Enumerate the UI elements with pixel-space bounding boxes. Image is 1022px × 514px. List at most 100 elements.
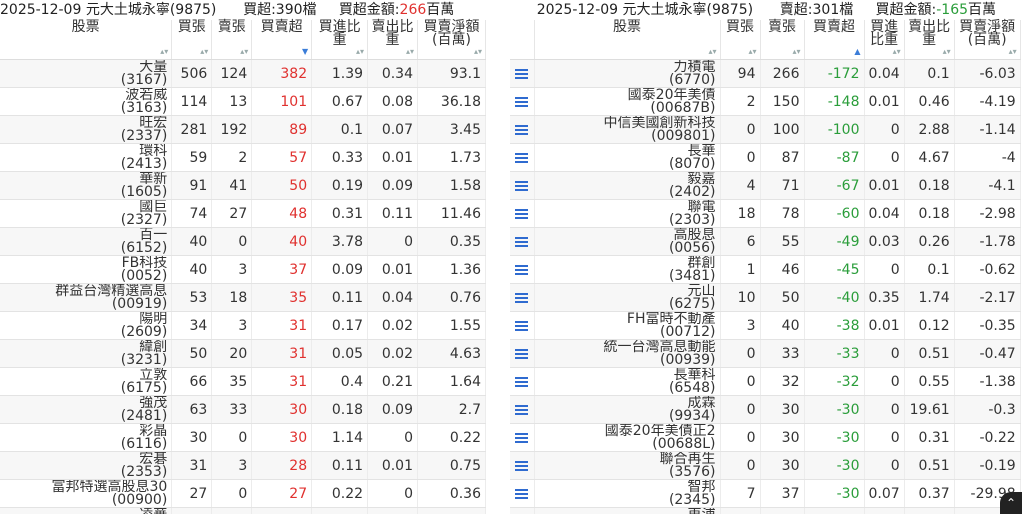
stock-name-cell[interactable]: 統一台灣高息動能 (00939) xyxy=(534,339,721,368)
list-icon[interactable] xyxy=(515,208,529,219)
stock-name-cell[interactable]: 高股息 (0056) xyxy=(534,227,721,256)
table-row[interactable]: 元山 (6275) 10 50 -40 0.35 1.74 -2.17 xyxy=(510,283,1021,312)
row-menu-cell[interactable] xyxy=(510,115,535,144)
row-menu-cell[interactable] xyxy=(510,59,535,88)
table-row[interactable]: 旺宏 (2337) 281 192 89 0.1 0.07 3.45 xyxy=(0,115,486,144)
column-header[interactable]: 買賣超 ▲ xyxy=(804,20,865,60)
stock-name-cell[interactable]: 旺宏 (2337) xyxy=(0,115,173,144)
row-menu-cell[interactable] xyxy=(510,479,535,508)
list-icon[interactable] xyxy=(515,180,529,191)
table-row[interactable]: 國巨 (2327) 74 27 48 0.31 0.11 11.46 xyxy=(0,199,486,228)
list-icon[interactable] xyxy=(515,292,529,303)
list-icon[interactable] xyxy=(515,236,529,247)
sort-icon[interactable]: ▴▾ xyxy=(406,48,414,56)
column-header[interactable]: 賣張 ▴▾ xyxy=(211,20,253,60)
table-row[interactable]: 東浦(3290)029-2902.92- xyxy=(510,507,1021,514)
stock-name[interactable]: 凌華 xyxy=(4,508,167,514)
table-row[interactable]: 環科 (2413) 59 2 57 0.33 0.01 1.73 xyxy=(0,143,486,172)
sort-icon[interactable]: ▴▾ xyxy=(893,48,901,56)
table-row[interactable]: FH富時不動產 (00712) 3 40 -38 0.01 0.12 -0.35 xyxy=(510,311,1021,340)
stock-name-cell[interactable]: FB科技 (0052) xyxy=(0,255,173,284)
stock-name-cell[interactable]: 國泰20年美債正2 (00688L) xyxy=(534,423,721,452)
sort-icon[interactable]: ▲ xyxy=(854,48,860,56)
table-row[interactable]: FB科技 (0052) 40 3 37 0.09 0.01 1.36 xyxy=(0,255,486,284)
sort-icon[interactable]: ▴▾ xyxy=(708,48,716,56)
stock-name-cell[interactable]: 毅嘉 (2402) xyxy=(534,171,721,200)
row-menu-cell[interactable] xyxy=(510,87,535,116)
table-row[interactable]: 聯合再生 (3576) 0 30 -30 0 0.51 -0.19 xyxy=(510,451,1021,480)
stock-name-cell[interactable]: 長華科 (6548) xyxy=(534,367,721,396)
table-row[interactable]: 高股息 (0056) 6 55 -49 0.03 0.26 -1.78 xyxy=(510,227,1021,256)
column-header[interactable]: 買賣超 ▼ xyxy=(251,20,313,60)
stock-name-cell[interactable]: 群益台灣精選高息 (00919) xyxy=(0,283,173,312)
stock-name[interactable]: 東浦 xyxy=(539,508,716,514)
table-row[interactable]: 立敦 (6175) 66 35 31 0.4 0.21 1.64 xyxy=(0,367,486,396)
scroll-top-icon[interactable]: ⌃ xyxy=(1000,492,1022,514)
list-icon[interactable] xyxy=(515,404,529,415)
row-menu-cell[interactable] xyxy=(510,227,535,256)
table-row[interactable]: 國泰20年美債正2 (00688L) 0 30 -30 0 0.31 -0.22 xyxy=(510,423,1021,452)
table-row[interactable]: 統一台灣高息動能 (00939) 0 33 -33 0 0.51 -0.47 xyxy=(510,339,1021,368)
stock-name-cell[interactable]: 長華 (8070) xyxy=(534,143,721,172)
list-icon[interactable] xyxy=(515,264,529,275)
table-row[interactable]: 彩晶 (6116) 30 0 30 1.14 0 0.22 xyxy=(0,423,486,452)
stock-name-cell[interactable]: 緯創 (3231) xyxy=(0,339,173,368)
column-header[interactable]: 賣出比重 ▴▾ xyxy=(367,20,418,60)
table-row[interactable]: 長華 (8070) 0 87 -87 0 4.67 -4 xyxy=(510,143,1021,172)
sort-icon[interactable]: ▴▾ xyxy=(200,48,208,56)
row-menu-cell[interactable] xyxy=(510,451,535,480)
table-row[interactable]: 中信美國創新科技 (009801) 0 100 -100 0 2.88 -1.14 xyxy=(510,115,1021,144)
stock-name-cell[interactable]: 聯合再生 (3576) xyxy=(534,451,721,480)
stock-name-cell[interactable]: 成霖 (9934) xyxy=(534,395,721,424)
list-icon[interactable] xyxy=(515,460,529,471)
row-menu-cell[interactable] xyxy=(510,367,535,396)
column-header[interactable]: 買張 ▴▾ xyxy=(720,20,761,60)
row-menu-cell[interactable] xyxy=(510,143,535,172)
stock-name-cell[interactable]: 宏碁 (2353) xyxy=(0,451,173,480)
table-row[interactable]: 智邦 (2345) 7 37 -30 0.07 0.37 -29.98 xyxy=(510,479,1021,508)
row-menu-cell[interactable] xyxy=(510,171,535,200)
stock-name-cell[interactable]: 華新 (1605) xyxy=(0,171,173,200)
table-row[interactable]: 宏碁 (2353) 31 3 28 0.11 0.01 0.75 xyxy=(0,451,486,480)
list-icon[interactable] xyxy=(515,124,529,135)
sort-icon[interactable]: ▴▾ xyxy=(943,48,951,56)
stock-name-cell[interactable]: 中信美國創新科技 (009801) xyxy=(534,115,721,144)
stock-name-cell[interactable]: 凌華(6166) xyxy=(0,507,173,514)
stock-name-cell[interactable]: 東浦(3290) xyxy=(534,507,721,514)
list-icon[interactable] xyxy=(515,376,529,387)
table-row[interactable]: 力積電 (6770) 94 266 -172 0.04 0.1 -6.03 xyxy=(510,59,1021,88)
stock-name-cell[interactable]: 陽明 (2609) xyxy=(0,311,173,340)
sort-icon[interactable]: ▴▾ xyxy=(474,48,482,56)
stock-name-cell[interactable]: 環科 (2413) xyxy=(0,143,173,172)
column-header[interactable]: 賣張 ▴▾ xyxy=(760,20,805,60)
table-row[interactable]: 毅嘉 (2402) 4 71 -67 0.01 0.18 -4.1 xyxy=(510,171,1021,200)
row-menu-cell[interactable] xyxy=(510,423,535,452)
stock-name-cell[interactable]: 彩晶 (6116) xyxy=(0,423,173,452)
stock-name-cell[interactable]: FH富時不動產 (00712) xyxy=(534,311,721,340)
stock-name-cell[interactable]: 智邦 (2345) xyxy=(534,479,721,508)
row-menu-cell[interactable] xyxy=(510,339,535,368)
stock-name-cell[interactable]: 聯電 (2303) xyxy=(534,199,721,228)
column-header[interactable]: 賣出比重 ▴▾ xyxy=(904,20,955,60)
column-header[interactable]: 股票 ▴▾ xyxy=(534,20,721,60)
table-row[interactable]: 國泰20年美債 (00687B) 2 150 -148 0.01 0.46 -4.19 xyxy=(510,87,1021,116)
list-icon[interactable] xyxy=(515,432,529,443)
sort-icon[interactable]: ▴▾ xyxy=(748,48,756,56)
sort-icon[interactable]: ▴▾ xyxy=(356,48,364,56)
list-icon[interactable] xyxy=(515,96,529,107)
row-menu-cell[interactable] xyxy=(510,507,535,514)
sort-icon[interactable]: ▼ xyxy=(302,48,308,56)
stock-name-cell[interactable]: 富邦特選高股息30 (00900) xyxy=(0,479,173,508)
sort-icon[interactable]: ▴▾ xyxy=(792,48,800,56)
stock-name-cell[interactable]: 國巨 (2327) xyxy=(0,199,173,228)
table-row[interactable]: 強茂 (2481) 63 33 30 0.18 0.09 2.7 xyxy=(0,395,486,424)
table-row[interactable]: 陽明 (2609) 34 3 31 0.17 0.02 1.55 xyxy=(0,311,486,340)
sort-icon[interactable]: ▴▾ xyxy=(1009,48,1017,56)
table-row[interactable]: 長華科 (6548) 0 32 -32 0 0.55 -1.38 xyxy=(510,367,1021,396)
table-row[interactable]: 富邦特選高股息30 (00900) 27 0 27 0.22 0 0.36 xyxy=(0,479,486,508)
row-menu-cell[interactable] xyxy=(510,311,535,340)
column-header[interactable]: 買賣淨額(百萬) ▴▾ xyxy=(417,20,486,60)
stock-name-cell[interactable]: 百一 (6152) xyxy=(0,227,173,256)
column-header[interactable]: 買賣淨額(百萬) ▴▾ xyxy=(954,20,1021,60)
row-menu-cell[interactable] xyxy=(510,283,535,312)
